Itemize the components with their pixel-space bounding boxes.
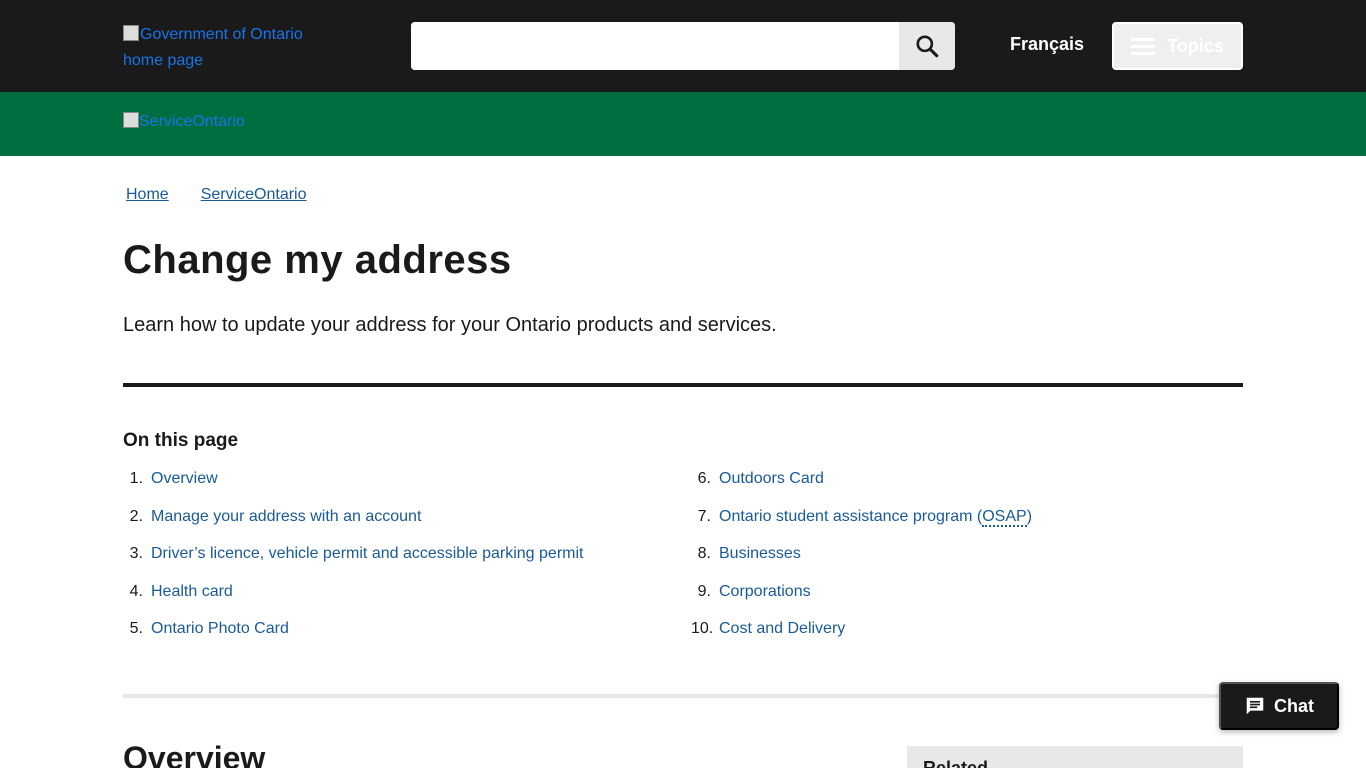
toc-item-number: 4.: [129, 582, 143, 600]
toc-item: 9. Corporations: [691, 582, 1032, 620]
toc-item: 7. Ontario student assistance program (OS…: [691, 507, 1032, 545]
toc-item-number: 5.: [129, 620, 143, 637]
breadcrumb-home[interactable]: Home: [126, 186, 169, 203]
breadcrumb: Home ServiceOntario: [126, 186, 339, 204]
toc-heading: On this page: [123, 430, 239, 451]
osap-abbreviation: OSAP: [982, 507, 1027, 527]
toc-list-right: 6. Outdoors Card 7. Ontario student assist…: [691, 469, 1032, 657]
related-heading: Related: [923, 758, 989, 768]
page-title: Change my address: [123, 238, 512, 282]
toc-link-outdoors-card[interactable]: Outdoors Card: [719, 469, 824, 507]
toc-link-photo-card[interactable]: Ontario Photo Card: [151, 619, 289, 657]
toc-link-health-card[interactable]: Health card: [151, 582, 233, 620]
broken-image-icon: [123, 112, 139, 128]
toc-item: 2. Manage your address with an account: [123, 507, 583, 545]
menu-icon: [1131, 38, 1156, 55]
toc-item: 5. Ontario Photo Card: [123, 619, 583, 657]
related-sidebar: Related: [907, 746, 1243, 768]
breadcrumb-serviceontario[interactable]: ServiceOntario: [201, 186, 307, 203]
toc-item: 3. Driver’s licence, vehicle permit and a…: [123, 544, 584, 582]
toc-item-number: 7.: [697, 507, 711, 525]
overview-heading: Overview: [123, 740, 266, 768]
toc-link-cost-delivery[interactable]: Cost and Delivery: [719, 619, 845, 657]
toc-link-drivers-licence[interactable]: Driver’s licence, vehicle permit and acc…: [151, 544, 583, 582]
top-header: Government of Ontario home page Français…: [0, 0, 1366, 92]
toc-link-businesses[interactable]: Businesses: [719, 544, 801, 582]
divider: [123, 383, 1243, 387]
toc-item-number: 10.: [691, 620, 714, 637]
toc-list-left: 1. Overview 2. Manage your address with an…: [123, 469, 584, 657]
chat-icon: [1246, 697, 1264, 715]
toc-item: 6. Outdoors Card: [691, 469, 1032, 507]
serviceontario-banner: ServiceOntario: [0, 92, 1366, 156]
serviceontario-logo-link[interactable]: ServiceOntario: [123, 112, 245, 131]
toc-link-account[interactable]: Manage your address with an account: [151, 507, 421, 545]
toc-item-number: 8.: [697, 545, 711, 562]
toc-link-osap[interactable]: Ontario student assistance program (OSAP…: [719, 507, 1032, 545]
language-toggle-link[interactable]: Français: [1010, 34, 1084, 55]
toc-item-number: 6.: [697, 470, 711, 487]
toc-item: 8. Businesses: [691, 544, 1032, 582]
topics-menu-button[interactable]: Topics: [1112, 22, 1243, 70]
toc-osap-suffix: ): [1026, 507, 1033, 525]
search-icon: [916, 35, 939, 58]
toc-link-overview[interactable]: Overview: [151, 469, 218, 507]
toc-link-corporations[interactable]: Corporations: [719, 582, 811, 620]
serviceontario-logo-alt: ServiceOntario: [139, 113, 245, 130]
broken-image-icon: [123, 25, 139, 41]
chat-label: Chat: [1274, 695, 1314, 716]
page-lead: Learn how to update your address for you…: [123, 314, 777, 336]
toc-osap-label: Ontario student assistance program (: [719, 507, 983, 525]
toc-item-number: 2.: [129, 507, 143, 525]
topics-label: Topics: [1167, 35, 1224, 56]
toc-item-number: 9.: [697, 582, 711, 600]
gov-logo-alt-text: Government of Ontario home page: [123, 26, 303, 69]
toc-item: 10. Cost and Delivery: [691, 619, 1032, 657]
search-form: [411, 22, 955, 70]
toc-item: 4. Health card: [123, 582, 583, 620]
toc-item-number: 1.: [129, 470, 143, 487]
search-button[interactable]: [899, 22, 955, 70]
gov-ontario-home-link[interactable]: Government of Ontario home page: [123, 22, 323, 74]
chat-button[interactable]: Chat: [1219, 682, 1339, 730]
section-divider: [123, 694, 1243, 698]
search-input[interactable]: [411, 22, 899, 70]
toc-item: 1. Overview: [123, 469, 583, 507]
toc-item-number: 3.: [129, 545, 143, 562]
